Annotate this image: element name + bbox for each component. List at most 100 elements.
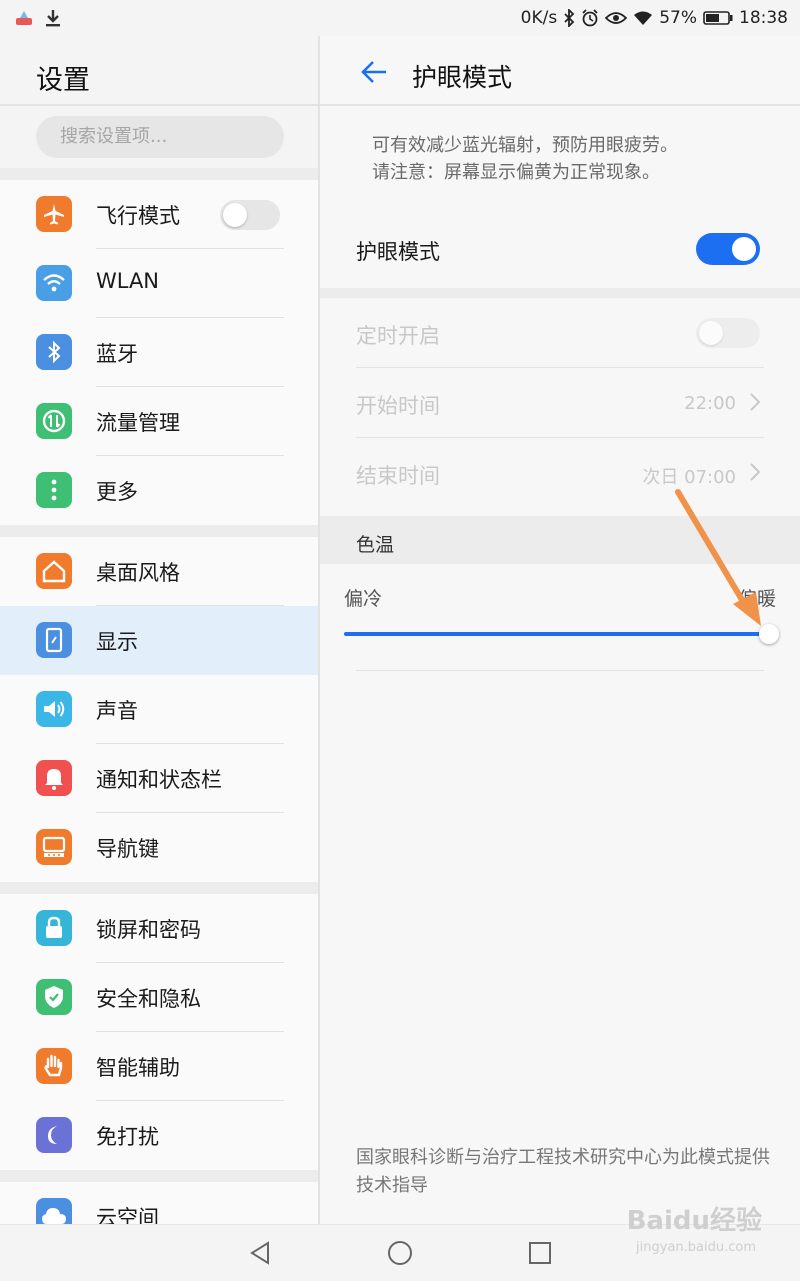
home-icon <box>36 553 72 589</box>
alarm-icon <box>582 9 598 27</box>
page-title: 护眼模式 <box>412 63 513 92</box>
app-notification-icon <box>16 11 32 25</box>
recents-nav-icon[interactable] <box>526 1239 554 1267</box>
sidebar-item-data-usage[interactable]: 流量管理 <box>0 387 318 456</box>
eye-comfort-status-icon <box>605 12 628 24</box>
back-nav-icon[interactable] <box>246 1239 274 1267</box>
wifi-icon <box>36 265 72 301</box>
color-temperature-title: 色温 <box>356 534 395 556</box>
data-usage-icon <box>36 403 72 439</box>
watermark-logo: Baidu经验 <box>626 1206 762 1236</box>
sidebar-item-label: 通知和状态栏 <box>96 768 222 792</box>
sidebar-item-home-screen-style[interactable]: 桌面风格 <box>0 537 318 606</box>
navigation-key-icon <box>36 829 72 865</box>
technical-support-note: 国家眼科诊断与治疗工程技术研究中心为此模式提供技术指导 <box>356 1147 770 1196</box>
eye-comfort-toggle[interactable] <box>696 233 760 265</box>
sidebar-item-label: 声音 <box>96 699 138 723</box>
sidebar-item-label: 更多 <box>96 480 138 504</box>
scheduled-on-label: 定时开启 <box>356 324 440 348</box>
sidebar-item-display[interactable]: 显示 <box>0 606 318 675</box>
moon-icon <box>36 1117 72 1153</box>
schedule-section: 定时开启 开始时间 22:00 结束时间 次日 07:00 <box>320 298 800 508</box>
wifi-status-icon <box>634 11 653 25</box>
cool-label: 偏冷 <box>344 588 383 610</box>
sidebar-item-wlan[interactable]: WLAN <box>0 249 318 318</box>
sidebar-item-label: 安全和隐私 <box>96 987 201 1011</box>
color-temperature-header: 色温 <box>320 516 800 564</box>
sidebar-item-more[interactable]: 更多 <box>0 456 318 525</box>
end-time-value: 次日 07:00 <box>642 467 736 488</box>
home-nav-icon[interactable] <box>386 1239 414 1267</box>
end-time-row: 结束时间 次日 07:00 <box>320 438 800 508</box>
scheduled-on-toggle <box>696 318 760 348</box>
sidebar-item-do-not-disturb[interactable]: 免打扰 <box>0 1101 318 1170</box>
status-bar: 0K/s 57% 18:38 <box>0 0 800 36</box>
group-gap <box>0 525 318 537</box>
description-line: 请注意：屏幕显示偏黄为正常现象。 <box>372 162 660 183</box>
battery-percent: 57% <box>659 8 697 28</box>
sidebar-item-label: 显示 <box>96 630 138 654</box>
settings-title: 设置 <box>36 65 90 96</box>
settings-group-network: 飞行模式 WLAN 蓝牙 流量管理 更多 <box>0 180 318 525</box>
cloud-icon <box>36 1198 72 1224</box>
group-gap <box>0 1170 318 1182</box>
watermark-url: jingyan.baidu.com <box>636 1240 756 1255</box>
eye-comfort-detail-pane: 护眼模式 可有效减少蓝光辐射，预防用眼疲劳。 请注意：屏幕显示偏黄为正常现象。 … <box>320 36 800 1224</box>
lock-icon <box>36 910 72 946</box>
sidebar-item-label: 免打扰 <box>96 1125 159 1149</box>
download-icon <box>46 10 60 27</box>
more-icon <box>36 472 72 508</box>
chevron-right-icon <box>750 463 761 481</box>
sidebar-item-smart-assistance[interactable]: 智能辅助 <box>0 1032 318 1101</box>
back-arrow-icon[interactable] <box>358 56 390 88</box>
color-temperature-slider[interactable] <box>344 632 770 636</box>
start-time-row: 开始时间 22:00 <box>320 368 800 438</box>
shield-icon <box>36 979 72 1015</box>
sound-icon <box>36 691 72 727</box>
bell-icon <box>36 760 72 796</box>
hand-icon <box>36 1048 72 1084</box>
sidebar-item-sound[interactable]: 声音 <box>0 675 318 744</box>
sidebar-item-bluetooth[interactable]: 蓝牙 <box>0 318 318 387</box>
slider-handle[interactable] <box>759 624 779 644</box>
sidebar-item-label: 智能辅助 <box>96 1056 180 1080</box>
sidebar-item-label: 桌面风格 <box>96 561 180 585</box>
airplane-mode-toggle[interactable] <box>220 200 280 230</box>
sidebar-item-security-privacy[interactable]: 安全和隐私 <box>0 963 318 1032</box>
sidebar-item-lock-screen[interactable]: 锁屏和密码 <box>0 894 318 963</box>
end-time-label: 结束时间 <box>356 464 440 488</box>
scheduled-on-row: 定时开启 <box>320 298 800 368</box>
group-gap <box>0 882 318 894</box>
warm-label: 偏暖 <box>737 588 776 610</box>
header-divider <box>0 104 318 106</box>
chevron-right-icon <box>750 393 761 411</box>
sidebar-item-label: 飞行模式 <box>96 204 180 228</box>
clock: 18:38 <box>739 8 788 28</box>
sidebar-item-notifications[interactable]: 通知和状态栏 <box>0 744 318 813</box>
eye-comfort-mode-row[interactable]: 护眼模式 <box>320 212 800 288</box>
toggle-knob <box>223 203 247 227</box>
section-gap <box>320 288 800 298</box>
group-gap <box>0 168 318 180</box>
toggle-knob <box>732 237 756 261</box>
row-divider <box>356 670 764 671</box>
sidebar-item-label: 蓝牙 <box>96 342 138 366</box>
detail-header: 护眼模式 <box>320 36 800 104</box>
sidebar-item-navigation-keys[interactable]: 导航键 <box>0 813 318 882</box>
start-time-label: 开始时间 <box>356 394 440 418</box>
battery-icon <box>703 11 733 25</box>
settings-list-pane: 设置 搜索设置项... 飞行模式 WLAN 蓝牙 流量管理 更多 桌面风格 显示… <box>0 36 318 1224</box>
sidebar-item-label: 云空间 <box>96 1206 159 1224</box>
settings-group-cloud: 云空间 <box>0 1182 318 1224</box>
sidebar-item-label: WLAN <box>96 269 160 293</box>
eye-comfort-description: 可有效减少蓝光辐射，预防用眼疲劳。 请注意：屏幕显示偏黄为正常现象。 <box>372 132 678 186</box>
sidebar-item-cloud-space[interactable]: 云空间 <box>0 1182 318 1224</box>
display-icon <box>36 622 72 658</box>
search-input[interactable]: 搜索设置项... <box>36 116 284 158</box>
settings-group-security: 锁屏和密码 安全和隐私 智能辅助 免打扰 <box>0 894 318 1170</box>
sidebar-item-airplane-mode[interactable]: 飞行模式 <box>0 180 318 249</box>
settings-group-device: 桌面风格 显示 声音 通知和状态栏 导航键 <box>0 537 318 882</box>
bluetooth-icon <box>36 334 72 370</box>
eye-comfort-mode-label: 护眼模式 <box>356 240 440 264</box>
toggle-knob <box>699 321 723 345</box>
